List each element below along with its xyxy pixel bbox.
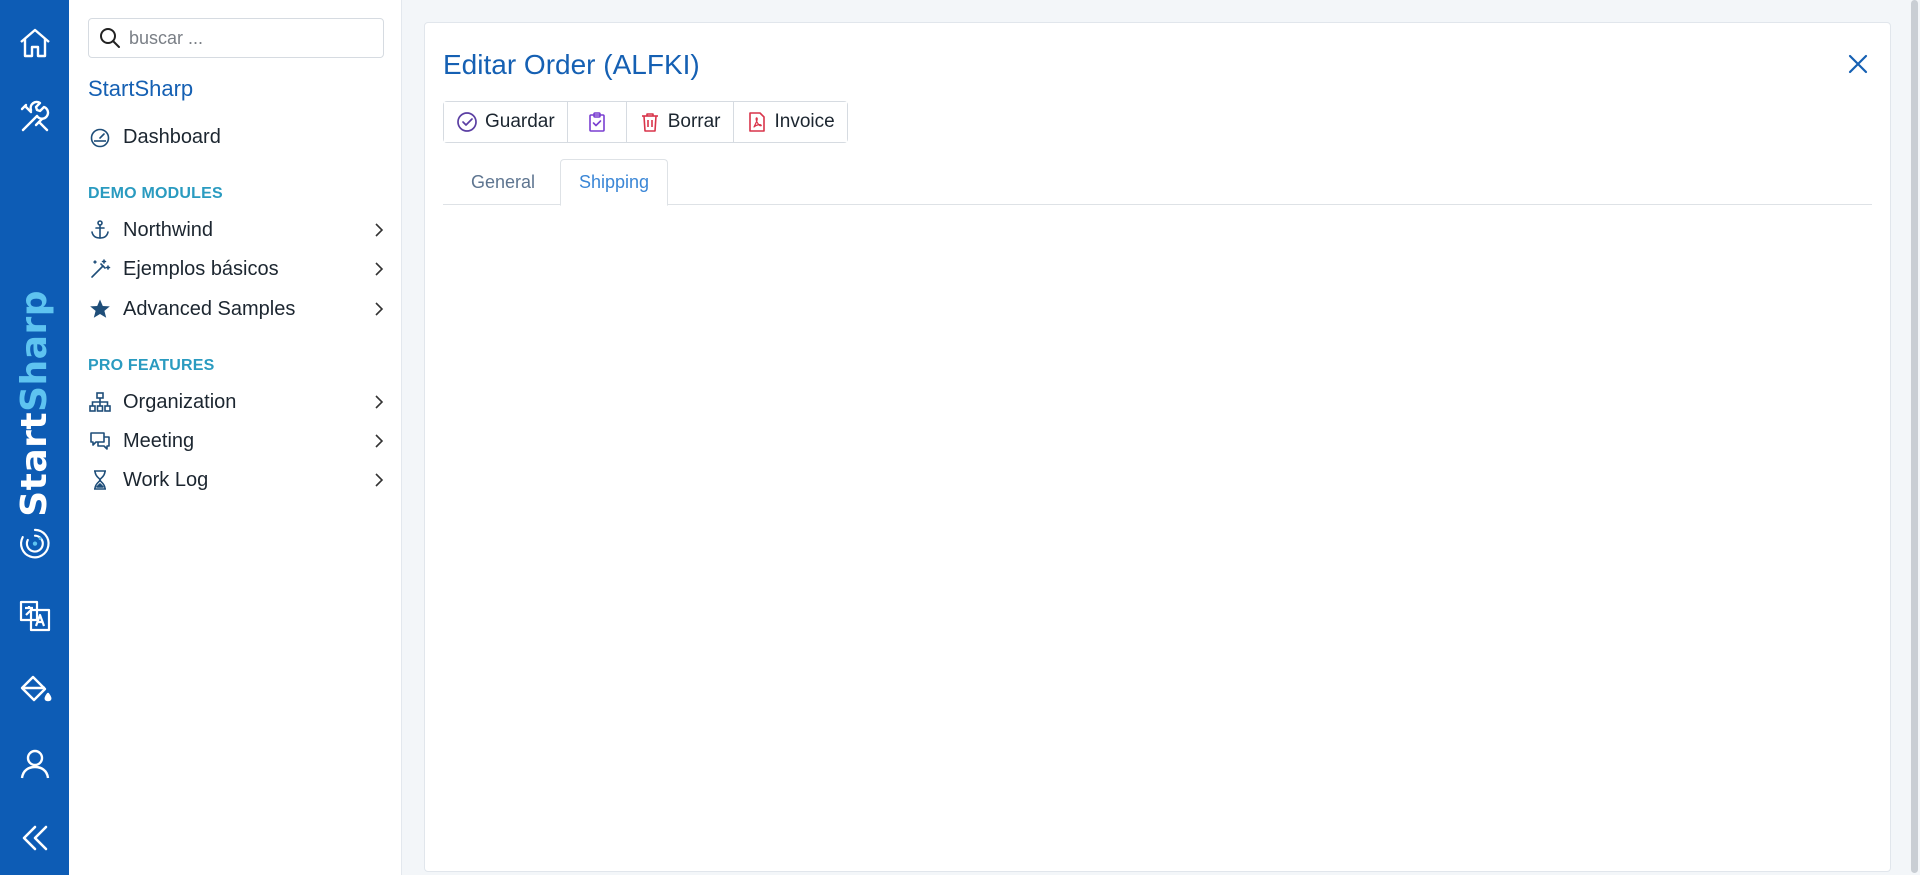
brand-logo-icon bbox=[20, 528, 50, 559]
chevron-right-icon bbox=[375, 262, 384, 276]
translate-button[interactable] bbox=[0, 586, 69, 646]
delete-button[interactable]: Borrar bbox=[626, 102, 734, 142]
section-pro-features: PRO FEATURES bbox=[88, 357, 215, 374]
anchor-icon bbox=[91, 220, 109, 239]
chat-icon bbox=[90, 432, 110, 450]
sidebar-item-work-log[interactable]: Work Log bbox=[88, 462, 388, 498]
sidebar: StartSharp Dashboard DEMO MODULES Northw… bbox=[69, 0, 402, 875]
invoice-button-label: Invoice bbox=[774, 111, 835, 132]
close-icon[interactable] bbox=[1844, 50, 1872, 78]
home-icon bbox=[19, 28, 50, 58]
sidebar-item-label: Northwind bbox=[123, 218, 214, 241]
paint-bucket-icon bbox=[20, 675, 51, 702]
speedometer-icon bbox=[90, 128, 110, 148]
page-scrollbar[interactable] bbox=[1908, 0, 1920, 875]
sidebar-item-meeting[interactable]: Meeting bbox=[88, 423, 388, 459]
toolbar: Guardar Borrar Invoice bbox=[443, 101, 848, 143]
brand-start: Start bbox=[14, 411, 55, 517]
sidebar-item-label: Organization bbox=[123, 390, 237, 413]
chevron-right-icon bbox=[375, 434, 384, 448]
chevron-right-icon bbox=[375, 473, 384, 487]
search-input[interactable] bbox=[129, 27, 369, 49]
tab-bar: General Shipping bbox=[443, 159, 1872, 206]
star-icon bbox=[90, 299, 110, 318]
invoice-button[interactable]: Invoice bbox=[733, 102, 847, 142]
search-box[interactable] bbox=[88, 18, 384, 58]
clipboard-check-icon bbox=[588, 112, 605, 132]
tab-shipping[interactable]: Shipping bbox=[560, 159, 669, 206]
search-icon bbox=[100, 28, 120, 48]
user-icon bbox=[20, 749, 49, 779]
home-button[interactable] bbox=[0, 13, 69, 73]
page-title: Editar Order (ALFKI) bbox=[443, 49, 700, 80]
collapse-icon bbox=[22, 825, 47, 851]
chevron-right-icon bbox=[375, 223, 384, 237]
magic-wand-icon bbox=[91, 259, 111, 278]
apply-changes-button[interactable] bbox=[567, 102, 627, 142]
check-circle-icon bbox=[457, 112, 477, 132]
tools-button[interactable] bbox=[0, 88, 69, 148]
hourglass-icon bbox=[94, 470, 106, 490]
app-title[interactable]: StartSharp bbox=[88, 76, 193, 102]
icon-rail: StartSharp bbox=[0, 0, 69, 875]
sidebar-item-label: Meeting bbox=[123, 429, 195, 452]
brand-wordmark: StartSharp bbox=[14, 290, 55, 517]
brand: StartSharp bbox=[4, 290, 66, 560]
trash-icon bbox=[641, 113, 658, 132]
theme-button[interactable] bbox=[0, 660, 69, 720]
sidebar-item-label: Ejemplos básicos bbox=[123, 257, 279, 280]
chevron-right-icon bbox=[375, 395, 384, 409]
pdf-file-icon bbox=[748, 112, 765, 132]
translate-icon bbox=[19, 600, 50, 632]
sidebar-item-organization[interactable]: Organization bbox=[88, 384, 388, 420]
sidebar-item-basic-samples[interactable]: Ejemplos básicos bbox=[88, 251, 388, 287]
edit-order-panel: Editar Order (ALFKI) Guardar Borrar Invo bbox=[424, 22, 1891, 872]
tab-general[interactable]: General bbox=[453, 159, 553, 205]
delete-button-label: Borrar bbox=[667, 111, 721, 132]
chevron-right-icon bbox=[375, 302, 384, 316]
sidebar-item-label: Work Log bbox=[123, 468, 209, 491]
org-chart-icon bbox=[89, 392, 111, 412]
tools-icon bbox=[20, 100, 49, 132]
save-button-label: Guardar bbox=[485, 111, 555, 132]
sidebar-item-advanced-samples[interactable]: Advanced Samples bbox=[88, 291, 388, 327]
user-button[interactable] bbox=[0, 734, 69, 794]
collapse-sidebar-button[interactable] bbox=[0, 808, 69, 868]
brand-sharp: Sharp bbox=[14, 290, 55, 412]
sidebar-item-label: Advanced Samples bbox=[123, 297, 296, 320]
scrollbar-thumb[interactable] bbox=[1911, 0, 1918, 873]
sidebar-item-dashboard[interactable]: Dashboard bbox=[88, 119, 388, 155]
section-demo-modules: DEMO MODULES bbox=[88, 185, 223, 202]
save-button[interactable]: Guardar bbox=[444, 102, 568, 142]
sidebar-item-northwind[interactable]: Northwind bbox=[88, 212, 388, 248]
sidebar-item-label: Dashboard bbox=[123, 125, 221, 148]
